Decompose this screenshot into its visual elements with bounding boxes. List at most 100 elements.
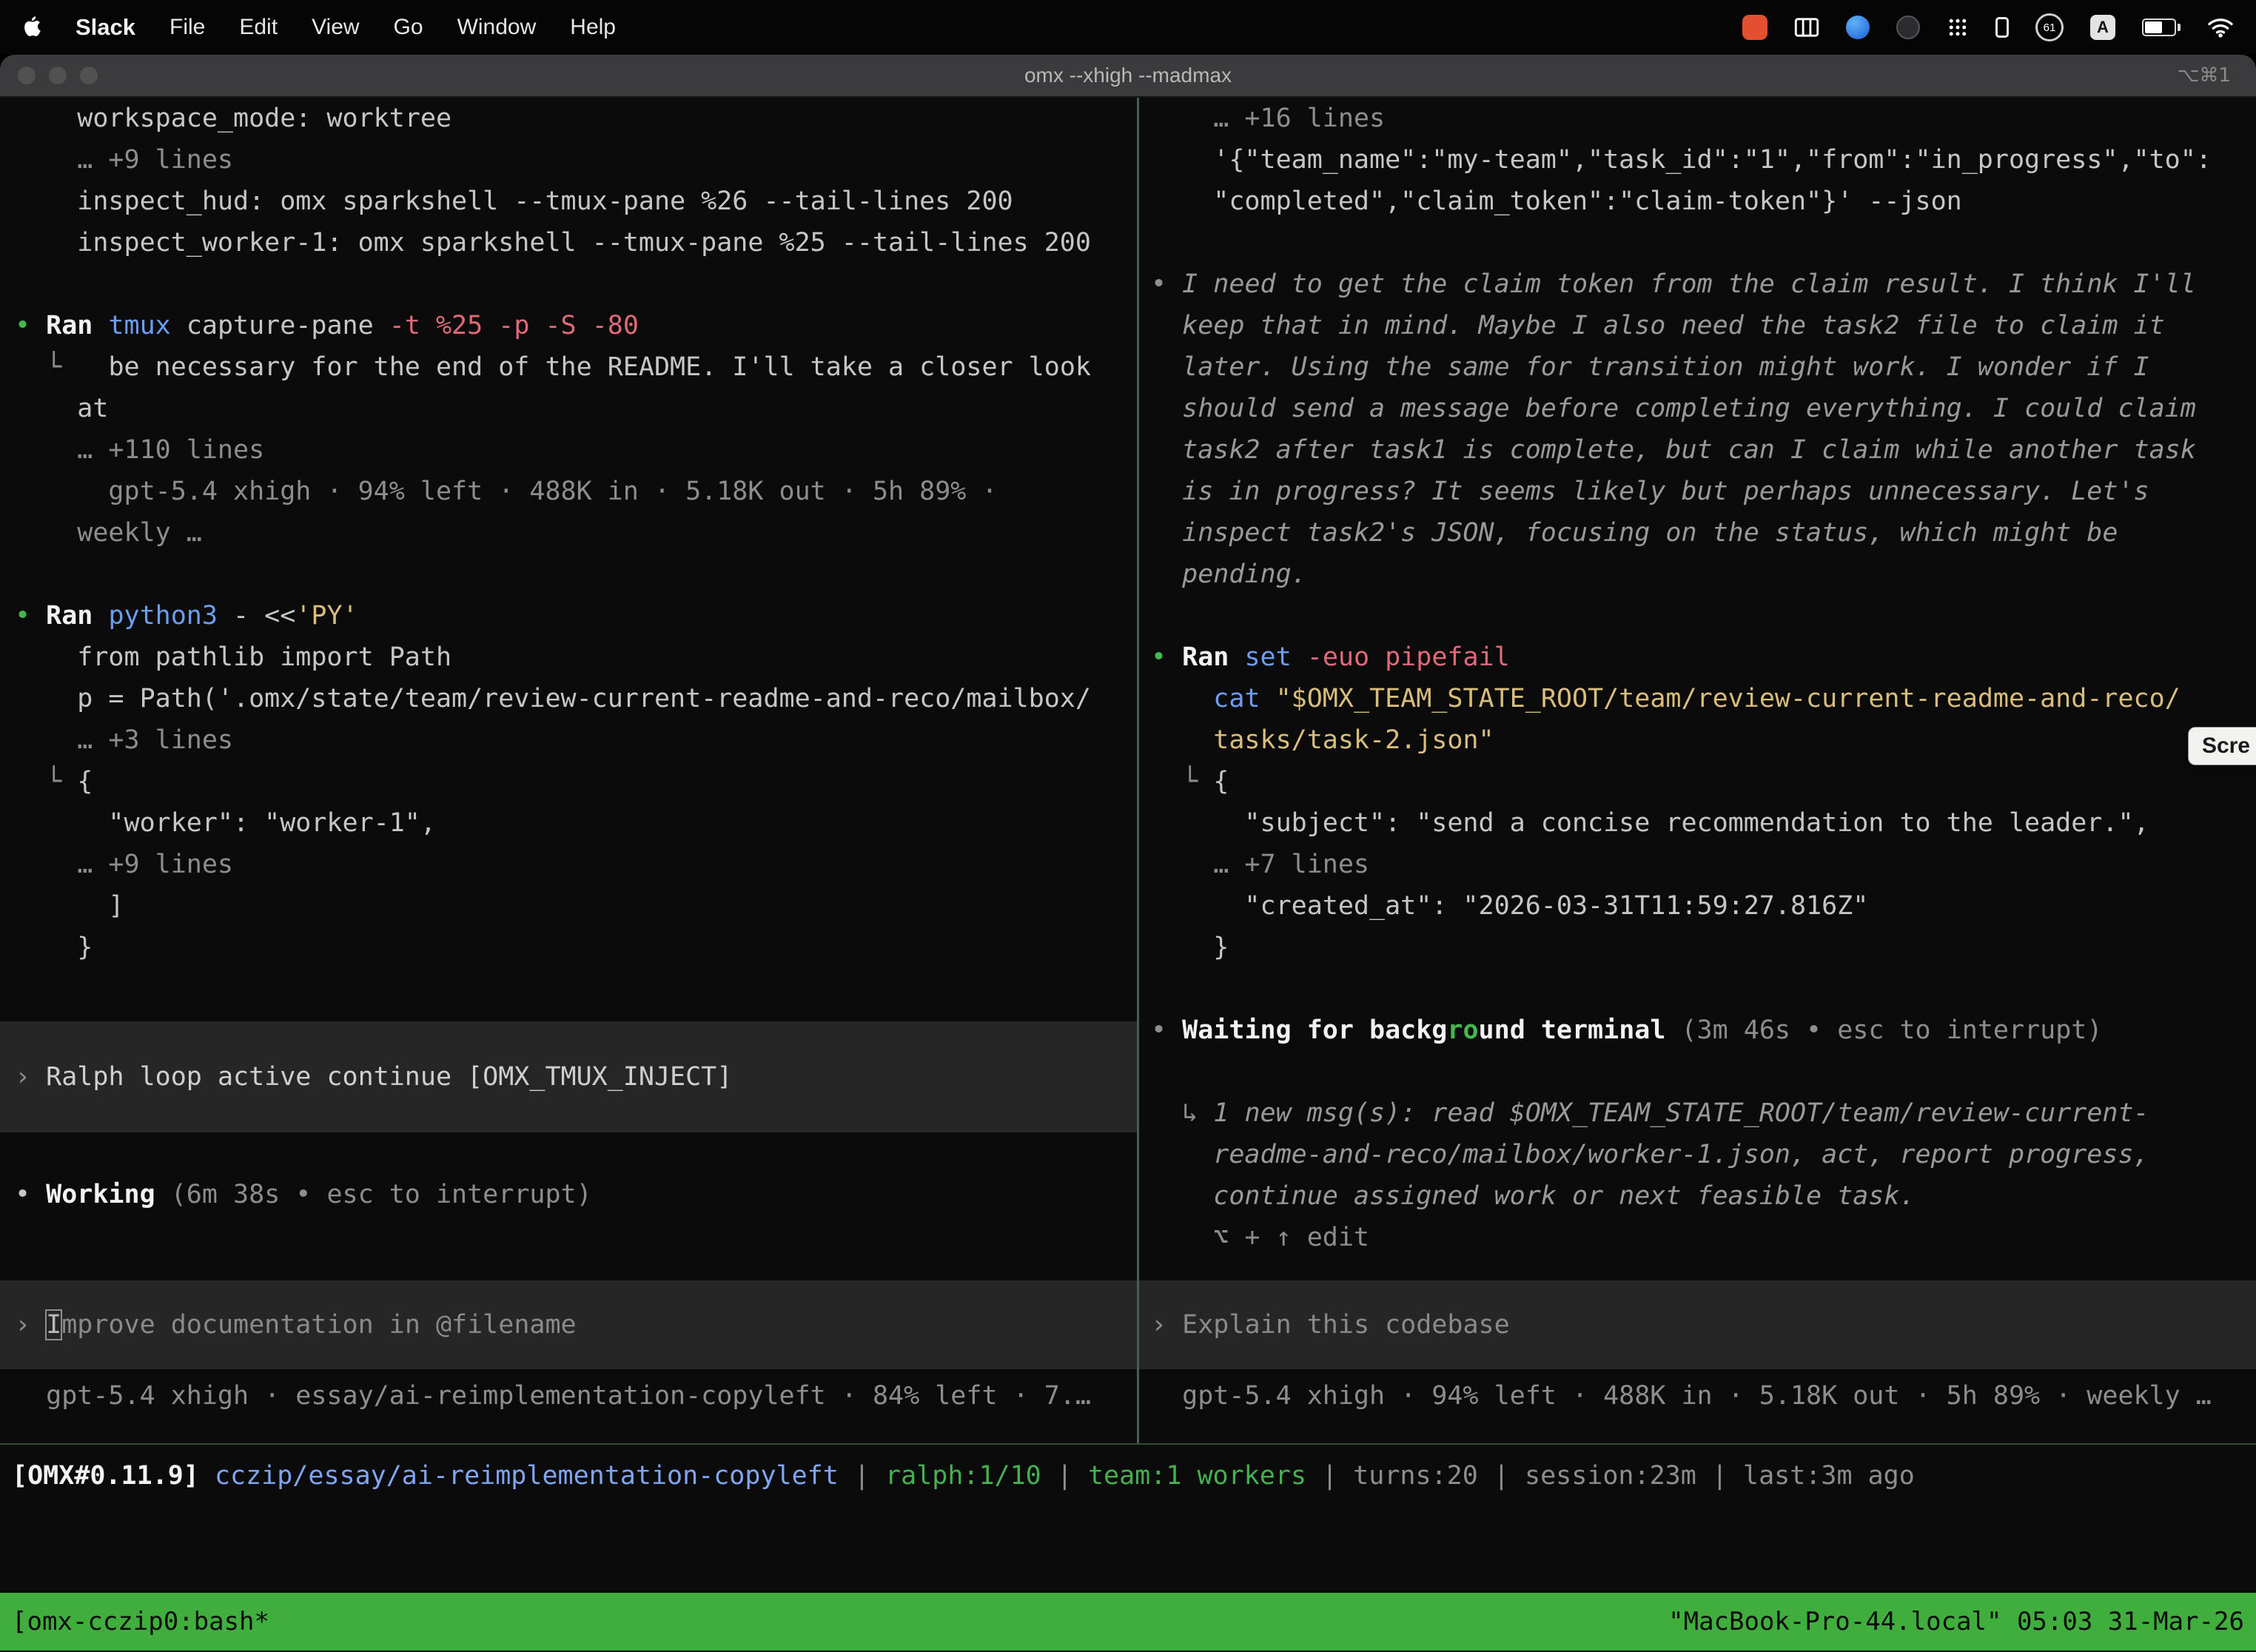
text-segment: Ran — [1182, 642, 1244, 672]
text-segment: › — [15, 1310, 46, 1340]
text-segment: I need to get the claim token from the c… — [1182, 269, 2196, 299]
menu-item-help[interactable]: Help — [570, 15, 616, 40]
text-segment: … +7 lines — [1151, 850, 1369, 879]
menu-item-window[interactable]: Window — [457, 15, 537, 40]
zoom-button[interactable] — [80, 67, 98, 84]
text-segment: • — [15, 601, 46, 631]
screen-recording-icon[interactable] — [1742, 15, 1767, 40]
window-title-bar[interactable]: omx --xhigh --madmax ⌥⌘1 — [0, 55, 2256, 98]
menu-item-view[interactable]: View — [312, 15, 359, 40]
terminal-line: "completed","claim_token":"claim-token"}… — [1139, 181, 2256, 222]
text-segment: inspect task2's JSON, focusing on the st… — [1151, 518, 2118, 548]
terminal-line: • Working (6m 38s • esc to interrupt) — [0, 1174, 1137, 1215]
blank-line — [0, 1215, 1137, 1257]
text-segment: { — [77, 767, 93, 796]
text-segment: 1 new msg(s): read $OMX_TEAM_STATE_ROOT/… — [1213, 1098, 2149, 1128]
input-source-icon[interactable]: A — [2090, 15, 2115, 40]
text-segment: cat — [1213, 684, 1275, 713]
blank-line — [0, 554, 1137, 595]
text-segment: • — [1151, 269, 1182, 299]
text-segment: • — [15, 1180, 46, 1209]
macos-screen: Slack File Edit View Go Window Help 61 A — [0, 0, 2256, 1652]
text-segment: … +110 lines — [15, 435, 264, 465]
terminal-line: later. Using the same for transition mig… — [1139, 346, 2256, 388]
terminal-line: task2 after task1 is complete, but can I… — [1139, 429, 2256, 471]
terminal-line: } — [1139, 927, 2256, 968]
window-title: omx --xhigh --madmax — [0, 64, 2256, 87]
prompt-input-bar[interactable]: › Explain this codebase — [1139, 1280, 2256, 1369]
terminal-line: ⌥ + ↑ edit — [1139, 1217, 2256, 1258]
text-segment: [OMX#0.11.9] — [12, 1461, 215, 1491]
dark-app-icon[interactable] — [1896, 16, 1920, 39]
minimize-button[interactable] — [49, 67, 67, 84]
wifi-icon[interactable] — [2207, 17, 2234, 38]
text-segment: Ralph loop active continue [OMX_TMUX_INJ… — [46, 1062, 732, 1092]
text-segment: └ — [1151, 767, 1213, 796]
terminal-line: … +9 lines — [0, 139, 1137, 181]
text-segment: inspect_hud: omx sparkshell --tmux-pane … — [15, 187, 1013, 216]
text-segment: • — [1151, 1015, 1182, 1045]
text-segment: team:1 workers — [1088, 1461, 1306, 1491]
text-segment: "created_at": "2026-03-31T11:59:27.816Z" — [1151, 891, 1868, 921]
prompt-input-bar[interactable]: › Improve documentation in @filename — [0, 1280, 1137, 1369]
text-segment: from pathlib import Path — [15, 642, 451, 672]
apple-menu-icon[interactable] — [22, 16, 41, 39]
blue-app-icon[interactable] — [1846, 16, 1870, 39]
close-button[interactable] — [18, 67, 36, 84]
text-segment: | — [1478, 1461, 1525, 1491]
phone-icon[interactable] — [1995, 17, 2009, 38]
terminal-line: • Ran set -euo pipefail — [1139, 637, 2256, 678]
terminal-line: tasks/task-2.json" — [1139, 719, 2256, 761]
tmux-status-bar: [omx-cczip0:bash* "MacBook-Pro-44.local"… — [0, 1593, 2256, 1651]
battery-icon[interactable] — [2142, 19, 2181, 36]
text-segment: -t %25 -p -S -80 — [389, 311, 639, 340]
text-segment: › — [1151, 1310, 1182, 1340]
text-segment: | — [1306, 1461, 1353, 1491]
battery-percent-icon[interactable]: 61 — [2035, 13, 2064, 41]
text-segment: workspace_mode: worktree — [15, 104, 451, 133]
terminal-line: continue assigned work or next feasible … — [1139, 1175, 2256, 1217]
text-segment: } — [1151, 933, 1229, 962]
text-segment: turns:20 — [1353, 1461, 1478, 1491]
menu-bar: Slack File Edit View Go Window Help 61 A — [0, 0, 2256, 55]
text-segment: is in progress? It seems likely but perh… — [1151, 477, 2149, 506]
terminal-line: at — [0, 388, 1137, 429]
menu-app-name[interactable]: Slack — [75, 14, 135, 41]
text-segment: last:3m ago — [1743, 1461, 1915, 1491]
app-grid-icon[interactable] — [1947, 16, 1969, 38]
text-segment: … +3 lines — [15, 725, 233, 755]
tmux-pane-right[interactable]: … +16 lines '{"team_name":"my-team","tas… — [1139, 98, 2256, 1443]
text-segment — [1151, 684, 1213, 713]
terminal-line: cat "$OMX_TEAM_STATE_ROOT/team/review-cu… — [1139, 678, 2256, 719]
text-segment: Ran — [46, 311, 108, 340]
text-segment: session:23m — [1525, 1461, 1696, 1491]
screen-share-overlay[interactable]: Scre — [2188, 727, 2256, 765]
tmux-pane-left[interactable]: workspace_mode: worktree … +9 lines insp… — [0, 98, 1137, 1443]
terminal-line: pending. — [1139, 554, 2256, 595]
text-segment: set — [1244, 642, 1306, 672]
text-segment: python3 — [108, 601, 233, 631]
terminal-line: from pathlib import Path — [0, 637, 1137, 678]
blank-line — [1139, 222, 2256, 263]
text-segment: - << — [233, 601, 295, 631]
terminal-line: • I need to get the claim token from the… — [1139, 263, 2256, 305]
menu-item-edit[interactable]: Edit — [239, 15, 278, 40]
table-grid-icon[interactable] — [1794, 17, 1819, 38]
menu-item-file[interactable]: File — [169, 15, 205, 40]
text-segment: task2 after task1 is complete, but can I… — [1151, 435, 2196, 465]
menu-item-go[interactable]: Go — [394, 15, 423, 40]
text-segment: … +16 lines — [1151, 104, 1385, 133]
traffic-lights — [0, 67, 98, 84]
terminal-line: should send a message before completing … — [1139, 388, 2256, 429]
window-shortcut-hint: ⌥⌘1 — [2177, 64, 2231, 87]
terminal-line: "created_at": "2026-03-31T11:59:27.816Z" — [1139, 885, 2256, 927]
terminal-line: keep that in mind. Maybe I also need the… — [1139, 305, 2256, 346]
text-segment: Explain this codebase — [1182, 1310, 1510, 1340]
terminal-window: omx --xhigh --madmax ⌥⌘1 workspace_mode:… — [0, 55, 2256, 1652]
text-segment: Waiting for backg — [1182, 1015, 1447, 1045]
prompt-input-bar[interactable]: › Ralph loop active continue [OMX_TMUX_I… — [0, 1021, 1137, 1132]
terminal-line: inspect task2's JSON, focusing on the st… — [1139, 512, 2256, 554]
terminal-line: … +3 lines — [0, 719, 1137, 761]
text-segment: '{"team_name":"my-team","task_id":"1","f… — [1151, 145, 2212, 175]
terminal-line: weekly … — [0, 512, 1137, 554]
